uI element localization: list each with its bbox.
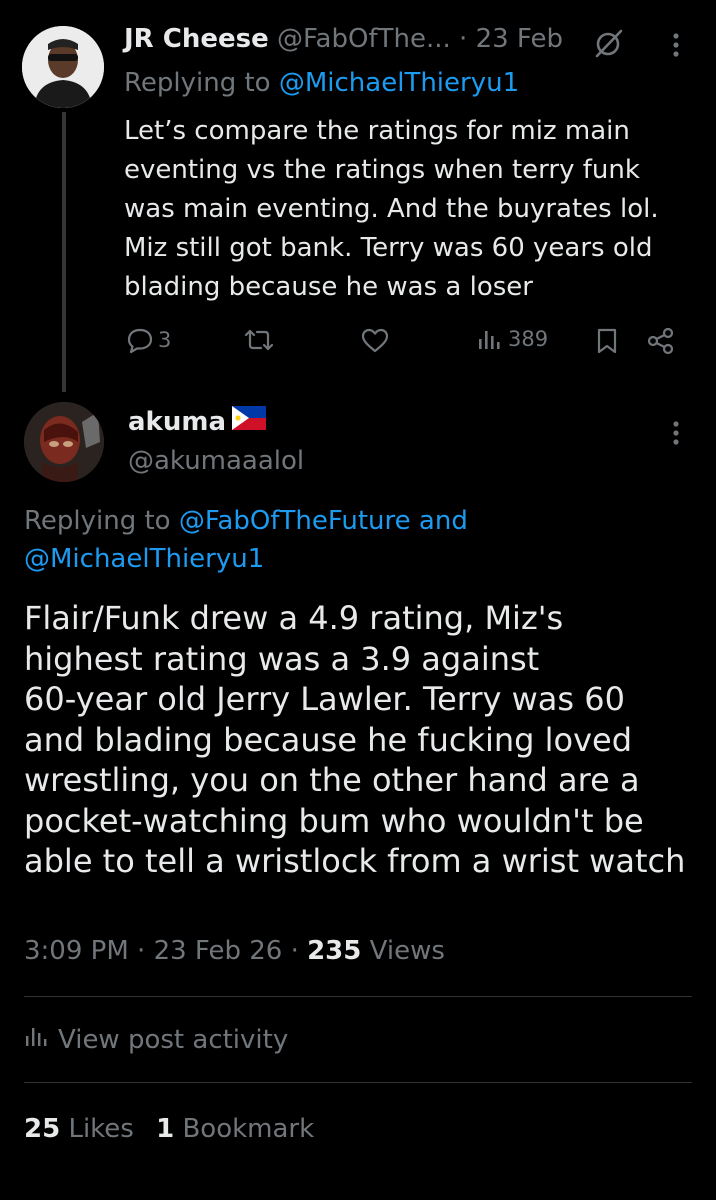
text-line: Miz still got bank. Terry was 60 years o… [124,233,653,263]
mention-link[interactable]: @MichaelThieryu1 [279,68,519,98]
text-line: and blading because he fucking loved [24,720,633,759]
grok-icon[interactable] [592,26,626,64]
like-button[interactable] [360,326,390,354]
likes-label: Likes [68,1114,134,1144]
text-line: Let’s compare the ratings for miz main [124,116,630,146]
action-bar: 3 389 [122,326,682,362]
replying-to: Replying to @MichaelThieryu1 [124,68,519,98]
bookmark-button[interactable] [594,326,620,356]
bookmarks-stat[interactable]: 1 Bookmark [156,1114,314,1144]
text-line: 60-year old Jerry Lawler. Terry was 60 [24,680,625,718]
and-text: and [418,506,468,536]
likes-stat[interactable]: 25 Likes [24,1114,142,1144]
views-icon [476,326,502,352]
text-line: blading because he was a loser [124,272,533,302]
thread-line [62,112,66,392]
views-label: Views [369,936,445,966]
likes-count: 25 [24,1114,61,1144]
text-line: pocket-watching bum who wouldn't be [24,801,644,840]
text-line: able to tell a wristlock from a wrist wa… [24,842,686,880]
author-name[interactable]: akuma [128,407,226,437]
post-stats: 25 Likes 1 Bookmark [24,1114,314,1144]
separator-dot: · [290,936,299,966]
repost-button[interactable] [242,326,276,354]
replying-to-label: Replying to [124,68,271,98]
share-button[interactable] [646,326,676,356]
author-name-row: akuma [128,406,266,437]
text-line: eventing vs the ratings when terry funk [124,155,640,185]
replying-to-label: Replying to [24,506,171,536]
views-count: 389 [508,327,549,351]
reply-icon [126,326,154,354]
reply-count: 3 [158,328,172,352]
avatar[interactable] [22,26,104,108]
activity-label: View post activity [58,1024,289,1055]
post-date[interactable]: 23 Feb 26 [154,936,283,966]
views-count: 235 [307,936,362,966]
text-line: was main eventing. And the buyrates lol. [124,194,659,224]
separator-dot: · [459,24,468,54]
post-date[interactable]: 23 Feb [476,24,563,54]
reply-header: JR Cheese @FabOfThe... · 23 Feb [124,24,563,54]
replying-to: Replying to @FabOfTheFuture and @Michael… [24,502,684,578]
separator-dot: · [137,936,146,966]
like-icon [360,326,390,354]
text-line: highest rating was a 3.9 against [24,639,540,678]
author-name[interactable]: JR Cheese [124,24,269,54]
mention-link[interactable]: @FabOfTheFuture [179,506,411,536]
views-button[interactable]: 389 [476,326,548,352]
text-line: Flair/Funk drew a 4.9 rating, Miz's [24,599,564,637]
activity-icon [24,1024,48,1055]
philippines-flag-icon [231,406,266,437]
mention-link[interactable]: @MichaelThieryu1 [24,544,264,574]
post-time[interactable]: 3:09 PM [24,936,129,966]
reply-text: Let’s compare the ratings for miz main e… [124,112,694,307]
bookmarks-label: Bookmark [182,1114,315,1144]
bookmarks-count: 1 [156,1114,175,1144]
more-icon[interactable] [666,418,686,452]
reply-button[interactable]: 3 [126,326,171,354]
divider [24,1082,692,1083]
post-text: Flair/Funk drew a 4.9 rating, Miz's high… [24,598,704,882]
divider [24,996,692,997]
post-meta: 3:09 PM · 23 Feb 26 · 235 Views [24,936,445,966]
author-handle[interactable]: @akumaaalol [128,446,304,476]
avatar[interactable] [24,402,104,482]
share-icon [646,326,676,356]
author-handle[interactable]: @FabOfThe... [277,24,451,54]
more-icon[interactable] [666,30,686,64]
repost-icon [242,326,276,354]
bookmark-icon [594,326,620,356]
view-post-activity-link[interactable]: View post activity [24,1024,288,1055]
text-line: wrestling, you on the other hand are a [24,761,640,799]
